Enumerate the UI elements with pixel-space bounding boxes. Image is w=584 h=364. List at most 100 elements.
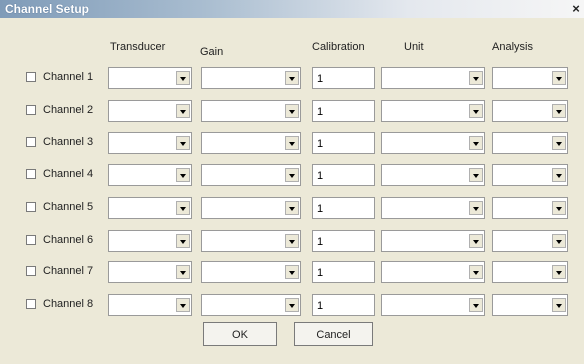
chevron-down-icon[interactable] [285,298,299,312]
channel-row: Channel 2 1 [0,98,584,122]
chevron-down-icon[interactable] [552,201,566,215]
channel-label: Channel 4 [43,168,94,180]
dialog-title: Channel Setup [5,2,90,16]
analysis-select[interactable] [492,197,568,219]
chevron-down-icon[interactable] [285,136,299,150]
channel-label: Channel 1 [43,71,94,83]
chevron-down-icon[interactable] [469,136,483,150]
unit-select[interactable] [381,230,485,252]
unit-select[interactable] [381,132,485,154]
unit-select[interactable] [381,67,485,89]
gain-select[interactable] [201,197,301,219]
chevron-down-icon[interactable] [552,104,566,118]
analysis-select[interactable] [492,294,568,316]
chevron-down-icon[interactable] [285,234,299,248]
chevron-down-icon[interactable] [469,234,483,248]
channel-label: Channel 7 [43,265,94,277]
calibration-input[interactable]: 1 [312,67,375,89]
channel-row: Channel 4 1 [0,162,584,186]
chevron-down-icon[interactable] [469,201,483,215]
analysis-select[interactable] [492,261,568,283]
analysis-select[interactable] [492,67,568,89]
cancel-button[interactable]: Cancel [294,322,373,346]
channel-row: Channel 7 1 [0,259,584,283]
channel-label: Channel 6 [43,234,94,246]
calibration-input[interactable]: 1 [312,132,375,154]
chevron-down-icon[interactable] [285,168,299,182]
gain-select[interactable] [201,132,301,154]
chevron-down-icon[interactable] [176,265,190,279]
ok-button[interactable]: OK [203,322,277,346]
chevron-down-icon[interactable] [176,201,190,215]
channel-checkbox[interactable] [26,202,36,212]
channel-row: Channel 5 1 [0,195,584,219]
analysis-select[interactable] [492,230,568,252]
calibration-input[interactable]: 1 [312,100,375,122]
chevron-down-icon[interactable] [285,104,299,118]
channel-row: Channel 1 1 [0,65,584,89]
chevron-down-icon[interactable] [469,104,483,118]
unit-select[interactable] [381,164,485,186]
chevron-down-icon[interactable] [176,298,190,312]
transducer-select[interactable] [108,261,192,283]
channel-checkbox[interactable] [26,169,36,179]
channel-label: Channel 2 [43,104,94,116]
chevron-down-icon[interactable] [176,71,190,85]
chevron-down-icon[interactable] [469,298,483,312]
transducer-select[interactable] [108,197,192,219]
calibration-input[interactable]: 1 [312,294,375,316]
calibration-input[interactable]: 1 [312,197,375,219]
chevron-down-icon[interactable] [285,201,299,215]
gain-select[interactable] [201,67,301,89]
analysis-select[interactable] [492,100,568,122]
channel-label: Channel 3 [43,136,94,148]
chevron-down-icon[interactable] [176,136,190,150]
channel-checkbox[interactable] [26,72,36,82]
channel-row: Channel 3 1 [0,130,584,154]
gain-select[interactable] [201,294,301,316]
chevron-down-icon[interactable] [176,168,190,182]
transducer-select[interactable] [108,67,192,89]
unit-select[interactable] [381,197,485,219]
gain-select[interactable] [201,261,301,283]
chevron-down-icon[interactable] [285,71,299,85]
channel-checkbox[interactable] [26,105,36,115]
calibration-input[interactable]: 1 [312,261,375,283]
calibration-input[interactable]: 1 [312,164,375,186]
chevron-down-icon[interactable] [552,234,566,248]
calibration-input[interactable]: 1 [312,230,375,252]
chevron-down-icon[interactable] [176,104,190,118]
channel-checkbox[interactable] [26,266,36,276]
channel-checkbox[interactable] [26,235,36,245]
chevron-down-icon[interactable] [552,136,566,150]
transducer-select[interactable] [108,230,192,252]
close-icon[interactable]: × [569,1,583,16]
chevron-down-icon[interactable] [552,71,566,85]
chevron-down-icon[interactable] [469,168,483,182]
gain-select[interactable] [201,230,301,252]
column-header-transducer: Transducer [110,41,166,53]
unit-select[interactable] [381,294,485,316]
chevron-down-icon[interactable] [552,298,566,312]
gain-select[interactable] [201,100,301,122]
channel-checkbox[interactable] [26,299,36,309]
channel-label: Channel 5 [43,201,94,213]
chevron-down-icon[interactable] [552,265,566,279]
chevron-down-icon[interactable] [176,234,190,248]
unit-select[interactable] [381,261,485,283]
chevron-down-icon[interactable] [469,265,483,279]
analysis-select[interactable] [492,132,568,154]
unit-select[interactable] [381,100,485,122]
transducer-select[interactable] [108,100,192,122]
transducer-select[interactable] [108,294,192,316]
gain-select[interactable] [201,164,301,186]
analysis-select[interactable] [492,164,568,186]
channel-checkbox[interactable] [26,137,36,147]
transducer-select[interactable] [108,132,192,154]
column-header-analysis: Analysis [492,41,533,53]
transducer-select[interactable] [108,164,192,186]
chevron-down-icon[interactable] [469,71,483,85]
chevron-down-icon[interactable] [552,168,566,182]
channel-label: Channel 8 [43,298,94,310]
chevron-down-icon[interactable] [285,265,299,279]
